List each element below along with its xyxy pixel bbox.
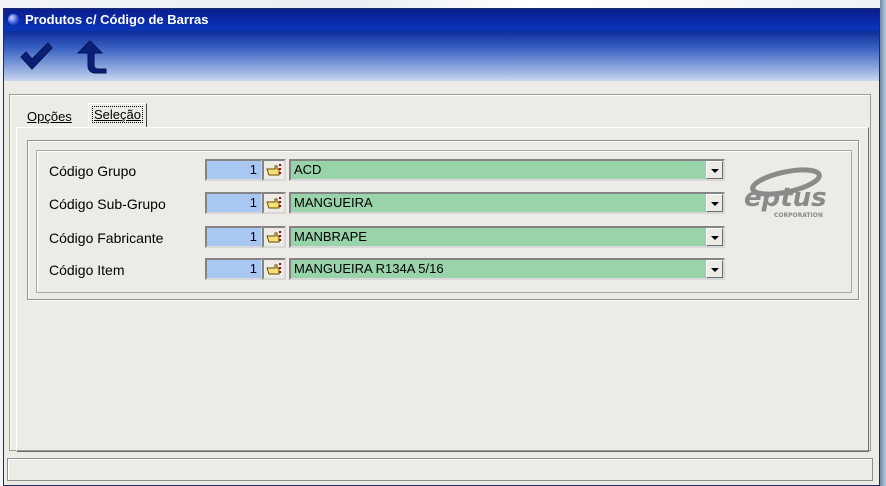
status-bar <box>7 458 873 481</box>
description-combo[interactable]: ACD <box>289 159 725 181</box>
pointing-hand-icon <box>266 197 281 209</box>
description-value: ACD <box>294 162 322 177</box>
lookup-button[interactable] <box>262 192 286 214</box>
description-value: MANGUEIRA R134A 5/16 <box>294 261 444 276</box>
desktop-edge <box>880 0 886 486</box>
description-combo[interactable]: MANGUEIRA <box>289 192 725 214</box>
field-row-fabricante: Código Fabricante 1 MANBRAPE <box>37 226 737 250</box>
tab-selecao-label: Seleção <box>92 106 143 123</box>
field-row-grupo: Código Grupo 1 ACD <box>37 159 737 183</box>
window-title: Produtos c/ Código de Barras <box>25 12 209 27</box>
back-button[interactable] <box>74 39 110 75</box>
field-row-sub-grupo: Código Sub-Grupo 1 MANGUEIRA <box>37 192 737 216</box>
selection-groupbox: Código Grupo 1 ACD Código Sub-Grupo 1 MA… <box>27 140 859 300</box>
field-label: Código Fabricante <box>49 230 164 246</box>
pointing-hand-icon <box>266 231 281 243</box>
tab-page-selecao: Código Grupo 1 ACD Código Sub-Grupo 1 MA… <box>16 127 869 452</box>
lookup-button[interactable] <box>262 258 286 280</box>
code-input[interactable]: 1 <box>205 159 263 181</box>
description-value: MANBRAPE <box>294 229 367 244</box>
field-label: Código Grupo <box>49 163 137 179</box>
field-label: Código Sub-Grupo <box>49 196 166 212</box>
selection-fields-panel: Código Grupo 1 ACD Código Sub-Grupo 1 MA… <box>36 150 852 293</box>
lookup-button[interactable] <box>262 226 286 248</box>
description-value: MANGUEIRA <box>294 195 373 210</box>
logo-tagline: CORPORATION <box>774 212 823 219</box>
tab-opcoes[interactable]: Opções <box>24 107 75 127</box>
title-bar[interactable]: Produtos c/ Código de Barras <box>4 9 879 31</box>
checkmark-icon <box>20 42 53 70</box>
description-combo[interactable]: MANGUEIRA R134A 5/16 <box>289 258 725 280</box>
code-input[interactable]: 1 <box>205 192 263 214</box>
eptus-logo: eptus CORPORATION <box>744 167 827 219</box>
toolbar <box>4 31 879 81</box>
chevron-down-icon[interactable] <box>706 228 723 246</box>
chevron-down-icon[interactable] <box>706 194 723 212</box>
system-menu-icon[interactable] <box>8 14 19 25</box>
description-combo[interactable]: MANBRAPE <box>289 226 725 248</box>
lookup-button[interactable] <box>262 159 286 181</box>
logo-wordmark: eptus <box>744 183 827 213</box>
field-label: Código Item <box>49 262 125 278</box>
pointing-hand-icon <box>266 263 281 275</box>
tab-selecao[interactable]: Seleção <box>88 103 147 128</box>
code-input[interactable]: 1 <box>205 226 263 248</box>
code-input[interactable]: 1 <box>205 258 263 280</box>
chevron-down-icon[interactable] <box>706 161 723 179</box>
pointing-hand-icon <box>266 164 281 176</box>
chevron-down-icon[interactable] <box>706 260 723 278</box>
field-row-item: Código Item 1 MANGUEIRA R134A 5/16 <box>37 258 737 282</box>
return-arrow-icon <box>76 40 107 74</box>
confirm-button[interactable] <box>18 39 54 75</box>
main-window: Produtos c/ Código de Barras Opções Sele… <box>3 8 880 486</box>
